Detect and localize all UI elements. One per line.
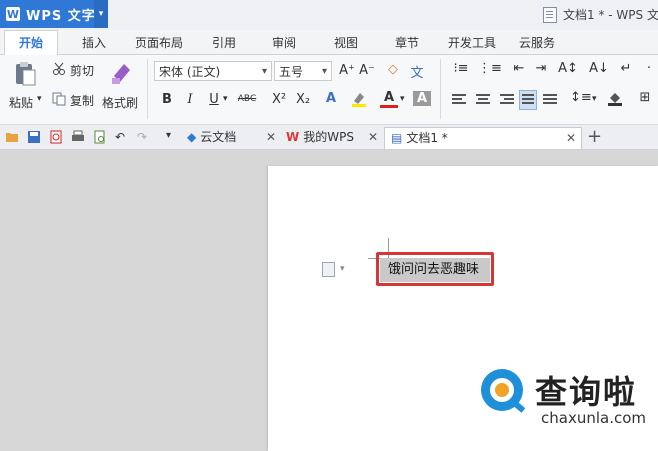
tab-view[interactable]: 视图 — [334, 34, 358, 51]
paragraph-menu-icon[interactable] — [322, 262, 335, 277]
align-left-icon[interactable] — [452, 94, 466, 106]
document-tabs-bar: ↶ ↷ ▾ ◆ 云文档 ✕ W 我的WPS ✕ ▤ 文档1 * ✕ + — [0, 125, 658, 150]
shrink-font-button[interactable]: A⁻ — [358, 63, 376, 78]
shading-fill-icon[interactable] — [606, 90, 624, 110]
document-icon: ▤ — [391, 131, 403, 145]
open-folder-icon[interactable] — [5, 130, 19, 144]
close-icon[interactable]: ✕ — [368, 127, 378, 148]
copy-icon[interactable] — [52, 92, 66, 109]
paste-dropdown-icon[interactable]: ▾ — [37, 94, 42, 104]
window-title-text: 文档1 * - WPS 文 — [563, 8, 658, 22]
numbering-icon[interactable]: ⋮≡ — [478, 61, 502, 76]
underline-dropdown-icon[interactable]: ▾ — [223, 94, 228, 104]
show-marks-icon[interactable]: ↵ — [616, 61, 636, 76]
tab-insert[interactable]: 插入 — [82, 34, 106, 51]
bold-button[interactable]: B — [158, 92, 176, 107]
font-color-dropdown-icon[interactable]: ▾ — [400, 94, 405, 104]
close-icon[interactable]: ✕ — [566, 128, 576, 149]
customize-toolbar-icon[interactable]: ▾ — [166, 130, 180, 144]
chevron-down-icon[interactable]: ▾ — [340, 264, 345, 274]
tab-review[interactable]: 审阅 — [272, 34, 296, 51]
justify-icon[interactable] — [519, 90, 537, 110]
distributed-icon[interactable] — [543, 94, 557, 106]
subscript-button[interactable]: X₂ — [292, 92, 314, 107]
align-right-icon[interactable] — [500, 94, 514, 106]
char-shading-icon[interactable]: A — [413, 91, 431, 106]
title-bar: W WPS 文字 ▾ 文档1 * - WPS 文 — [0, 0, 658, 30]
tab-my-wps[interactable]: W 我的WPS ✕ — [286, 127, 382, 148]
line-spacing-icon[interactable]: ↕≡ — [570, 90, 592, 105]
tab-document-1[interactable]: ▤ 文档1 * ✕ — [384, 127, 582, 149]
scissors-icon[interactable] — [52, 62, 66, 79]
chevron-down-icon[interactable]: ▾ — [94, 0, 108, 28]
divider — [147, 59, 148, 119]
clear-format-icon[interactable]: ◇ — [384, 62, 402, 77]
increase-indent-icon[interactable]: ⇥ — [532, 61, 550, 76]
borders-icon[interactable]: ⊞ — [636, 90, 654, 105]
watermark-en: chaxunla.com — [541, 409, 646, 427]
cut-button[interactable]: 剪切 — [70, 62, 94, 79]
redo-icon[interactable]: ↷ — [137, 130, 151, 144]
wps-logo-icon: W — [286, 130, 300, 144]
strikethrough-button[interactable]: ABC — [234, 94, 260, 104]
tab-developer[interactable]: 开发工具 — [448, 34, 496, 51]
copy-button[interactable]: 复制 — [70, 92, 94, 109]
more-icon[interactable]: · — [640, 61, 658, 76]
font-size-select[interactable]: 五号 — [274, 61, 332, 82]
char-scaling-icon[interactable]: A↕ — [556, 61, 580, 76]
paste-icon[interactable] — [14, 61, 36, 87]
tab-references[interactable]: 引用 — [212, 34, 236, 51]
bullets-icon[interactable]: ⁝≡ — [449, 61, 473, 76]
ribbon-tabs: 开始 插入 页面布局 引用 审阅 视图 章节 开发工具 云服务 — [0, 30, 658, 56]
undo-icon[interactable]: ↶ — [115, 130, 129, 144]
underline-button[interactable]: U — [205, 92, 223, 107]
print-preview-icon[interactable] — [93, 130, 107, 144]
ribbon-home: 粘贴 ▾ 剪切 复制 格式刷 宋体 (正文) 五号 A⁺ A⁻ ◇ 文 B I … — [0, 55, 658, 125]
export-pdf-icon[interactable] — [49, 130, 63, 144]
italic-button[interactable]: I — [181, 92, 199, 107]
print-icon[interactable] — [71, 130, 85, 144]
app-name: WPS 文字 — [26, 8, 96, 24]
grow-font-button[interactable]: A⁺ — [338, 63, 356, 78]
align-center-icon[interactable] — [476, 94, 490, 106]
tab-label: 云文档 — [200, 130, 237, 144]
sort-icon[interactable]: A↓ — [589, 61, 609, 76]
divider — [440, 59, 441, 119]
save-icon[interactable] — [27, 130, 41, 144]
line-spacing-dropdown-icon[interactable]: ▾ — [592, 94, 597, 104]
tab-page-layout[interactable]: 页面布局 — [135, 34, 183, 51]
text-effect-icon[interactable]: A — [322, 91, 340, 106]
cloud-box-icon: ◆ — [187, 130, 197, 144]
app-menu-button[interactable]: W WPS 文字 ▾ — [0, 0, 108, 28]
window-title: 文档1 * - WPS 文 — [543, 6, 658, 23]
tab-label: 文档1 * — [406, 131, 448, 145]
font-family-select[interactable]: 宋体 (正文) — [154, 61, 272, 82]
tab-cloud-service[interactable]: 云服务 — [519, 34, 555, 51]
highlight-box — [376, 252, 494, 286]
tab-cloud-docs[interactable]: ◆ 云文档 ✕ — [187, 127, 282, 148]
decrease-indent-icon[interactable]: ⇤ — [510, 61, 528, 76]
pinyin-guide-icon[interactable]: 文 — [408, 62, 426, 81]
format-painter-icon[interactable] — [110, 60, 134, 89]
paste-button[interactable]: 粘贴 — [9, 94, 33, 111]
tab-section[interactable]: 章节 — [395, 34, 419, 51]
new-tab-button[interactable]: + — [587, 126, 602, 147]
font-color-icon[interactable]: A — [380, 91, 398, 108]
watermark-cn: 查询啦 — [535, 373, 638, 411]
highlight-icon[interactable] — [350, 91, 368, 111]
tab-home[interactable]: 开始 — [4, 30, 59, 56]
tab-label: 我的WPS — [303, 130, 354, 144]
document-icon — [543, 6, 557, 23]
format-painter-button[interactable]: 格式刷 — [102, 94, 138, 111]
close-icon[interactable]: ✕ — [266, 127, 276, 148]
superscript-button[interactable]: X² — [268, 92, 290, 107]
wps-logo-icon: W — [6, 7, 20, 21]
